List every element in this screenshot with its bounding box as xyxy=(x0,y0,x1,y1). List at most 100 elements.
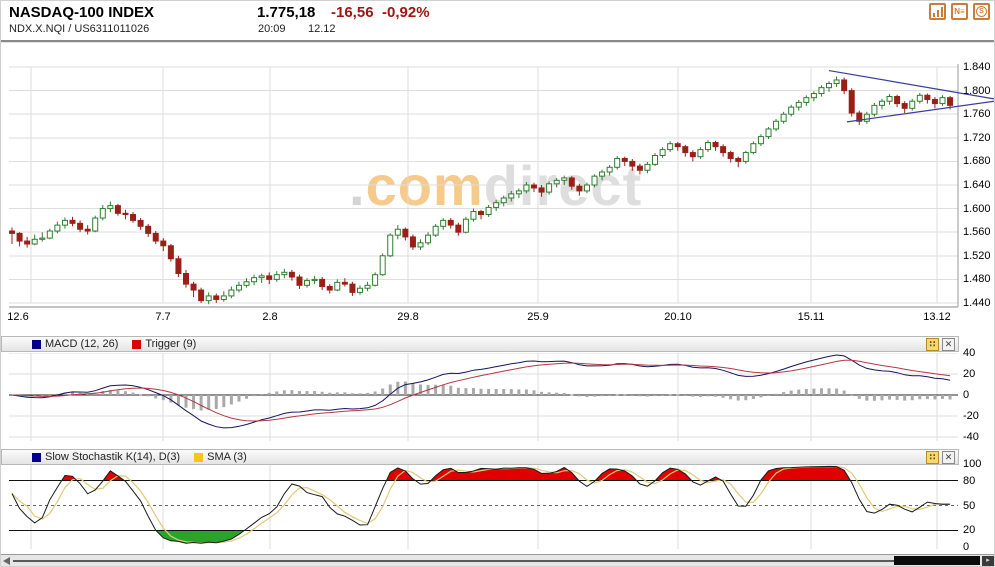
quote-circle-icon[interactable]: S xyxy=(973,3,990,20)
macd-histogram-bar xyxy=(721,395,725,398)
candle xyxy=(356,287,363,293)
candle xyxy=(92,217,99,232)
candle xyxy=(485,206,492,215)
macd-chart[interactable] xyxy=(1,353,995,446)
scroll-left-arrow-icon[interactable] xyxy=(3,557,10,565)
price-tick: 1.840 xyxy=(963,61,991,73)
macd-histogram-bar xyxy=(585,395,589,398)
candle xyxy=(863,113,870,122)
quote-time: 20:09 xyxy=(258,23,286,35)
candle xyxy=(440,219,447,227)
macd-settings-icon[interactable]: ∷ xyxy=(926,338,939,351)
stoch-panel-header: Slow Stochastik K(14), D(3) SMA (3) ∷ ✕ xyxy=(1,449,959,465)
stoch-close-icon[interactable]: ✕ xyxy=(942,451,955,464)
macd-histogram-bar xyxy=(933,395,937,400)
price-tick: 1.600 xyxy=(963,202,991,215)
quote-header: NASDAQ-100 INDEX NDX.X.NQI / US631101102… xyxy=(1,1,994,41)
candle xyxy=(591,175,598,186)
macd-histogram-bar xyxy=(668,394,672,396)
candle xyxy=(742,152,749,162)
price-tick: 1.440 xyxy=(963,297,991,309)
macd-histogram-bar xyxy=(366,392,370,395)
news-icon[interactable]: N≡ xyxy=(951,3,968,20)
candle xyxy=(455,224,462,233)
candle xyxy=(674,143,681,148)
macd-histogram-bar xyxy=(456,387,460,395)
candle xyxy=(621,157,628,162)
macd-histogram-bar xyxy=(918,395,922,400)
candle xyxy=(916,94,923,102)
candle xyxy=(727,152,734,159)
price-tick: 1.720 xyxy=(963,131,991,144)
candle xyxy=(788,106,795,115)
macd-histogram-bar xyxy=(888,395,892,400)
stoch-settings-icon[interactable]: ∷ xyxy=(926,451,939,464)
candle xyxy=(84,228,91,232)
macd-histogram-bar xyxy=(623,394,627,396)
candle xyxy=(712,142,719,148)
candle xyxy=(750,143,757,154)
trigger-legend-label: Trigger (9) xyxy=(145,338,197,350)
macd-histogram-bar xyxy=(419,384,423,395)
candle xyxy=(311,278,318,282)
macd-histogram-bar xyxy=(562,392,566,395)
macd-close-icon[interactable]: ✕ xyxy=(942,338,955,351)
candle xyxy=(894,96,901,105)
candle xyxy=(77,222,84,230)
candle xyxy=(137,219,144,227)
macd-histogram-bar xyxy=(260,393,264,395)
macd-histogram-bar xyxy=(835,388,839,395)
time-scrollbar[interactable]: ▸ xyxy=(1,554,994,566)
scrollbar-rail[interactable] xyxy=(13,560,979,562)
macd-histogram-bar xyxy=(487,388,491,395)
candle xyxy=(470,211,477,220)
candle xyxy=(266,275,273,280)
macd-histogram-bar xyxy=(865,395,869,401)
instrument-code: NDX.X.NQI / US6311011026 xyxy=(9,23,150,35)
macd-histogram-bar xyxy=(434,384,438,395)
bar-chart-icon[interactable] xyxy=(929,3,946,20)
candle xyxy=(304,280,311,286)
macd-histogram-bar xyxy=(940,395,944,399)
candle xyxy=(175,258,182,274)
macd-histogram-bar xyxy=(895,395,899,400)
stoch-tick: 80 xyxy=(963,474,976,487)
candle xyxy=(553,179,560,185)
date-tick: 13.12 xyxy=(923,311,951,323)
candle xyxy=(258,275,265,279)
candle xyxy=(387,234,394,257)
macd-histogram-bar xyxy=(403,381,407,395)
macd-histogram-bar xyxy=(297,391,301,395)
macd-histogram-bar xyxy=(804,388,808,395)
macd-histogram-bar xyxy=(214,395,218,409)
macd-panel-header: MACD (12, 26) Trigger (9) ∷ ✕ xyxy=(1,336,959,352)
candle xyxy=(508,193,515,199)
candle xyxy=(576,185,583,192)
candle xyxy=(515,190,522,195)
scroll-right-handle-icon[interactable]: ▸ xyxy=(982,556,994,566)
candle xyxy=(114,205,121,214)
date-tick: 29.8 xyxy=(397,311,419,323)
candlestick-chart[interactable] xyxy=(1,46,995,331)
macd-histogram-bar xyxy=(199,395,203,411)
change-absolute: -16,56 xyxy=(331,4,374,21)
macd-histogram-bar xyxy=(464,388,468,395)
scrollbar-thumb[interactable] xyxy=(894,556,980,565)
macd-histogram-bar xyxy=(252,395,256,397)
candle xyxy=(372,274,379,286)
macd-histogram-bar xyxy=(948,395,952,400)
macd-histogram-bar xyxy=(850,394,854,396)
candle xyxy=(326,285,333,291)
price-tick: 1.560 xyxy=(963,226,991,239)
macd-histogram-bar xyxy=(116,390,120,395)
macd-histogram-bar xyxy=(176,395,180,406)
overbought-fill xyxy=(760,466,851,481)
macd-histogram-bar xyxy=(714,395,718,397)
candle xyxy=(447,219,454,226)
price-tick: 1.760 xyxy=(963,108,991,121)
macd-histogram-bar xyxy=(767,395,770,396)
stochastic-chart[interactable] xyxy=(1,465,995,552)
macd-histogram-bar xyxy=(819,388,823,395)
candle xyxy=(886,96,893,102)
price-tick: 1.640 xyxy=(963,179,991,191)
